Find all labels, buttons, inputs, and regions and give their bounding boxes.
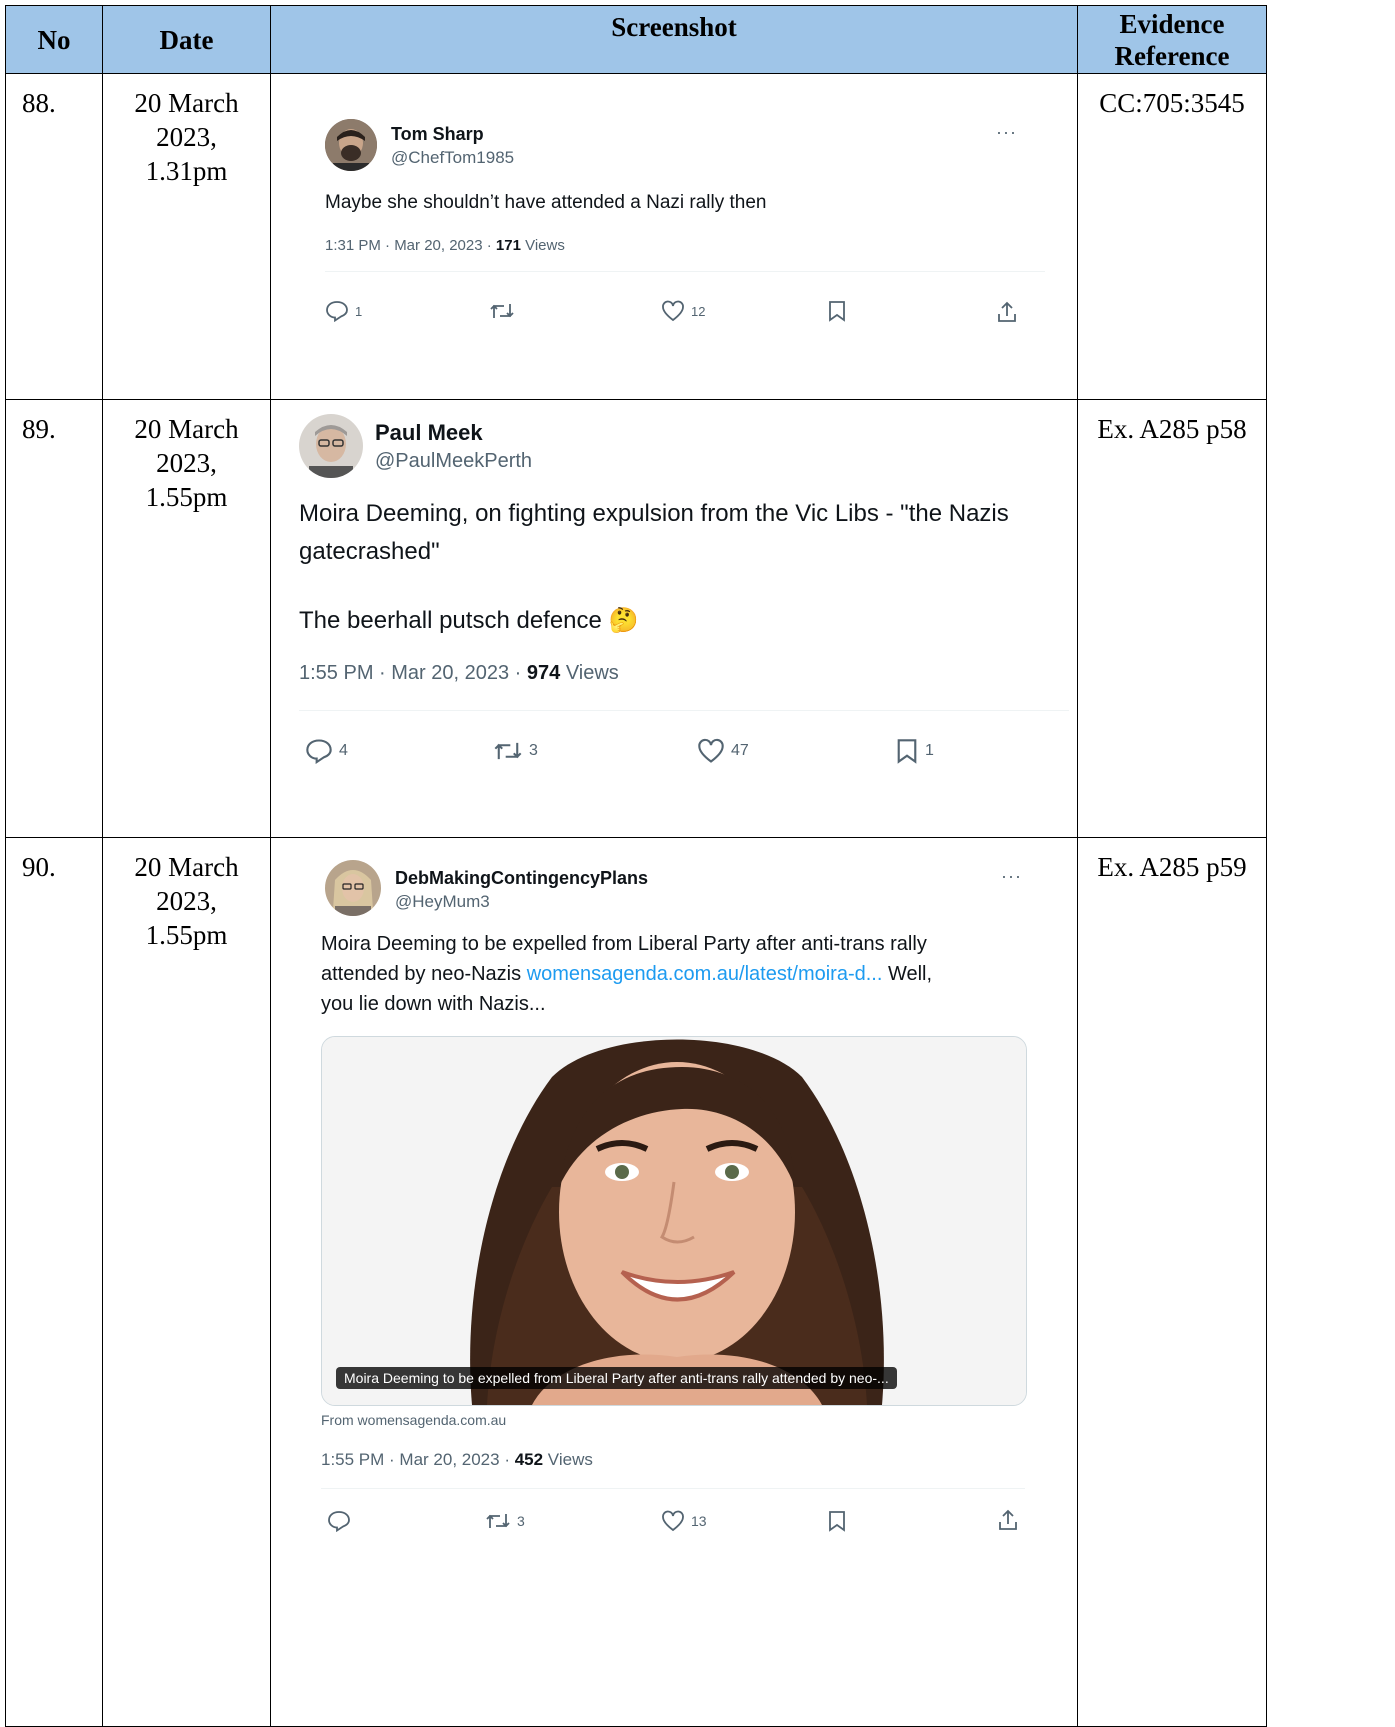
avatar-photo [299,414,363,478]
header-screenshot: Screenshot [270,5,1078,74]
card-source[interactable]: From womensagenda.com.au [321,1412,506,1428]
header-date: Date [102,5,271,74]
table-row: 90. 20 March 2023, 1.55pm DebMakingConti… [5,837,1267,1727]
row-date: 20 March 2023, 1.55pm [102,837,271,1727]
retweet-button[interactable]: 3 [493,738,538,764]
header-row: No Date Screenshot Evidence Reference [5,5,1267,74]
like-button[interactable]: 12 [661,300,705,322]
tweet-screenshot: Tom Sharp @ChefTom1985 ··· Maybe she sho… [270,73,1078,400]
tweet-author-name[interactable]: Tom Sharp [391,124,484,145]
retweet-icon [494,742,522,760]
tweet-text: Maybe she shouldn’t have attended a Nazi… [325,192,767,213]
row-number: 88. [5,73,103,400]
tweet-screenshot: Paul Meek @PaulMeekPerth Moira Deeming, … [270,399,1078,838]
row-date: 20 March 2023, 1.31pm [102,73,271,400]
reply-button[interactable]: 4 [305,738,348,764]
retweet-button[interactable]: 3 [485,1510,525,1532]
heart-icon [698,738,724,763]
reply-button[interactable]: 1 [325,300,362,322]
avatar-photo [325,119,377,171]
header-evidence-reference: Evidence Reference [1077,5,1267,74]
reply-icon [328,1511,350,1532]
bookmark-button[interactable]: 1 [895,738,934,764]
tweet-text-line-1: Moira Deeming, on fighting expulsion fro… [299,500,1009,527]
tweet-author-name[interactable]: DebMakingContingencyPlans [395,868,648,889]
share-button[interactable] [996,300,1018,324]
avatar [325,119,377,171]
tweet-text-line-1: Moira Deeming to be expelled from Libera… [321,933,927,955]
tweet-text-line-2: gatecrashed" [299,538,440,565]
share-icon [998,301,1016,322]
bookmark-button[interactable] [827,1510,847,1532]
evidence-table: No Date Screenshot Evidence Reference 88… [5,5,1267,1727]
tweet-timestamp: 1:55 PM · Mar 20, 2023 · 974 Views [299,662,619,684]
table-row: 88. 20 March 2023, 1.31pm Tom Sharp @Che… [5,73,1267,400]
retweet-icon [486,1514,510,1528]
tweet-text-line-2: attended by neo-Nazis womensagenda.com.a… [321,963,933,985]
tweet-text-line-3: The beerhall putsch defence 🤔 [299,607,639,634]
row-number: 90. [5,837,103,1727]
card-image [322,1037,1026,1405]
tweet-screenshot: DebMakingContingencyPlans @HeyMum3 ··· M… [270,837,1078,1727]
article-link[interactable]: womensagenda.com.au/latest/moira-d... [527,963,883,985]
heart-icon [662,300,684,322]
row-number: 89. [5,399,103,838]
tweet-author-handle[interactable]: @PaulMeekPerth [375,450,532,473]
bookmark-icon [829,301,845,322]
reply-icon [306,739,332,764]
divider [299,710,1069,711]
tweet-card: Tom Sharp @ChefTom1985 ··· Maybe she sho… [271,74,1077,399]
retweet-button[interactable] [489,300,515,322]
heart-icon [662,1510,684,1532]
table-row: 89. 20 March 2023, 1.55pm Paul Meek @Pau… [5,399,1267,838]
bookmark-icon [829,1511,845,1532]
reply-icon [326,301,348,322]
more-options-icon[interactable]: ··· [996,122,1017,143]
more-options-icon[interactable]: ··· [1001,866,1022,887]
divider [325,271,1045,272]
tweet-text-line-3: you lie down with Nazis... [321,993,546,1015]
row-date: 20 March 2023, 1.55pm [102,399,271,838]
avatar [325,860,381,916]
tweet-card: Paul Meek @PaulMeekPerth Moira Deeming, … [271,400,1077,837]
like-button[interactable]: 13 [661,1510,707,1532]
evidence-reference: CC:705:3545 [1077,73,1267,400]
avatar-photo [325,860,381,916]
evidence-reference: Ex. A285 p58 [1077,399,1267,838]
divider [321,1488,1025,1489]
card-caption: Moira Deeming to be expelled from Libera… [336,1367,897,1389]
tweet-author-name[interactable]: Paul Meek [375,420,483,446]
avatar [299,414,363,478]
tweet-author-handle[interactable]: @ChefTom1985 [391,148,514,168]
share-button[interactable] [997,1508,1019,1532]
bookmark-icon [897,739,917,764]
header-no: No [5,5,103,74]
bookmark-button[interactable] [827,300,847,322]
tweet-timestamp: 1:55 PM · Mar 20, 2023 · 452 Views [321,1450,593,1469]
tweet-card: DebMakingContingencyPlans @HeyMum3 ··· M… [271,838,1077,1726]
tweet-timestamp: 1:31 PM · Mar 20, 2023 · 171 Views [325,237,565,254]
reply-button[interactable] [327,1510,357,1532]
link-card[interactable]: Moira Deeming to be expelled from Libera… [321,1036,1027,1406]
tweet-author-handle[interactable]: @HeyMum3 [395,892,490,912]
retweet-icon [490,304,514,318]
share-icon [999,1509,1017,1530]
evidence-reference: Ex. A285 p59 [1077,837,1267,1727]
like-button[interactable]: 47 [697,738,749,764]
